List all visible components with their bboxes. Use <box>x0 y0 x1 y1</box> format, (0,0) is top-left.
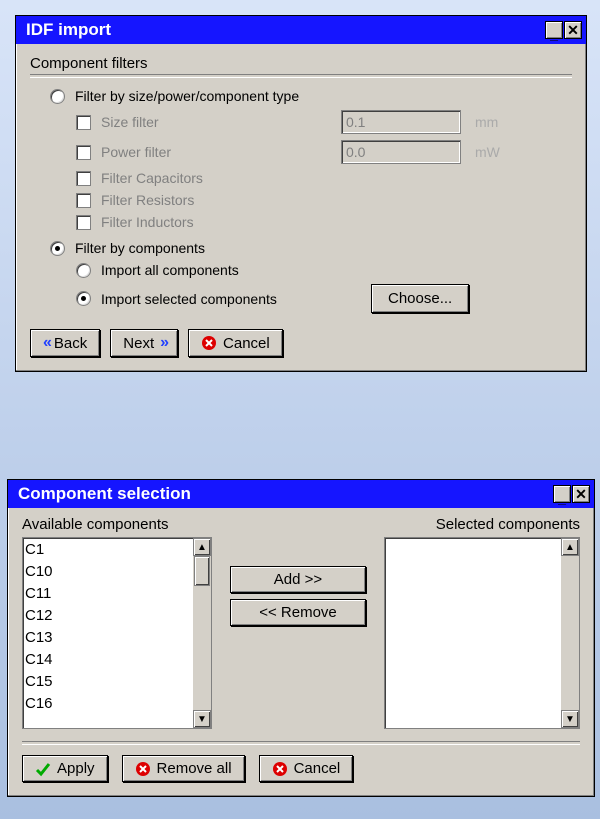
available-items: C1C10C11C12C13C14C15C16 <box>23 538 211 716</box>
selected-listbox[interactable]: ▲ ▼ <box>384 537 580 729</box>
radio-label: Import selected components <box>101 291 371 307</box>
radio-filter-by-components[interactable]: Filter by components <box>50 240 572 256</box>
radio-icon <box>76 263 91 278</box>
scroll-up-button[interactable]: ▲ <box>193 538 211 556</box>
selected-label: Selected components <box>384 516 580 533</box>
back-button[interactable]: « Back <box>30 329 100 357</box>
power-unit: mW <box>475 144 511 160</box>
chevron-right-icon: » <box>160 334 165 352</box>
list-item[interactable]: C11 <box>25 583 209 605</box>
list-item[interactable]: C15 <box>25 671 209 693</box>
list-item[interactable]: C10 <box>25 561 209 583</box>
cancel-icon <box>272 761 288 777</box>
scroll-up-button[interactable]: ▲ <box>561 538 579 556</box>
choose-button[interactable]: Choose... <box>371 284 469 313</box>
scroll-thumb[interactable] <box>194 556 210 586</box>
idf-title: IDF import <box>26 20 111 40</box>
list-item[interactable]: C14 <box>25 649 209 671</box>
comp-title: Component selection <box>18 484 191 504</box>
radio-import-all[interactable]: Import all components <box>76 262 572 278</box>
scrollbar[interactable]: ▲ ▼ <box>561 538 579 728</box>
checkbox-label: Filter Capacitors <box>101 170 203 186</box>
checkbox-size-filter[interactable] <box>76 115 91 130</box>
checkbox-resistors[interactable] <box>76 193 91 208</box>
close-button[interactable]: ✕ <box>572 485 590 503</box>
list-item[interactable]: C16 <box>25 693 209 715</box>
checkbox-label: Power filter <box>101 144 341 160</box>
cancel-button[interactable]: Cancel <box>188 329 283 357</box>
check-icon <box>35 761 51 777</box>
chevron-left-icon: « <box>43 334 48 352</box>
radio-icon <box>50 241 65 256</box>
list-item[interactable]: C13 <box>25 627 209 649</box>
selected-items <box>385 538 579 540</box>
radio-icon <box>50 89 65 104</box>
power-filter-input <box>341 140 461 164</box>
button-label: Cancel <box>294 760 341 777</box>
add-button[interactable]: Add >> <box>230 566 366 593</box>
cancel-button[interactable]: Cancel <box>259 755 354 782</box>
radio-label: Filter by size/power/component type <box>75 88 299 104</box>
comp-titlebar[interactable]: Component selection _ ✕ <box>8 480 594 508</box>
component-selection-window: Component selection _ ✕ Available compon… <box>7 479 595 797</box>
checkbox-label: Filter Inductors <box>101 214 194 230</box>
scroll-down-button[interactable]: ▼ <box>561 710 579 728</box>
button-label: << Remove <box>259 604 337 621</box>
button-label: Next <box>123 335 154 352</box>
radio-label: Filter by components <box>75 240 205 256</box>
group-title: Component filters <box>30 55 572 72</box>
button-label: Back <box>54 335 87 352</box>
list-item[interactable]: C1 <box>25 539 209 561</box>
remove-icon <box>135 761 151 777</box>
scrollbar[interactable]: ▲ ▼ <box>193 538 211 728</box>
minimize-button[interactable]: _ <box>553 485 571 503</box>
available-listbox[interactable]: C1C10C11C12C13C14C15C16 ▲ ▼ <box>22 537 212 729</box>
remove-all-button[interactable]: Remove all <box>122 755 245 782</box>
idf-titlebar[interactable]: IDF import _ ✕ <box>16 16 586 44</box>
button-label: Choose... <box>388 290 452 307</box>
button-label: Apply <box>57 760 95 777</box>
radio-import-selected[interactable] <box>76 291 91 306</box>
size-filter-input <box>341 110 461 134</box>
button-label: Add >> <box>274 571 322 588</box>
checkbox-power-filter[interactable] <box>76 145 91 160</box>
button-label: Cancel <box>223 335 270 352</box>
checkbox-inductors[interactable] <box>76 215 91 230</box>
radio-label: Import all components <box>101 262 239 278</box>
remove-button[interactable]: << Remove <box>230 599 366 626</box>
scroll-down-button[interactable]: ▼ <box>193 710 211 728</box>
radio-filter-by-size[interactable]: Filter by size/power/component type <box>50 88 572 104</box>
button-label: Remove all <box>157 760 232 777</box>
list-item[interactable]: C12 <box>25 605 209 627</box>
checkbox-label: Size filter <box>101 114 341 130</box>
available-label: Available components <box>22 516 212 533</box>
idf-import-window: IDF import _ ✕ Component filters Filter … <box>15 15 587 372</box>
next-button[interactable]: Next » <box>110 329 178 357</box>
cancel-icon <box>201 335 217 351</box>
close-button[interactable]: ✕ <box>564 21 582 39</box>
checkbox-capacitors[interactable] <box>76 171 91 186</box>
checkbox-label: Filter Resistors <box>101 192 194 208</box>
size-unit: mm <box>475 114 511 130</box>
apply-button[interactable]: Apply <box>22 755 108 782</box>
minimize-button[interactable]: _ <box>545 21 563 39</box>
